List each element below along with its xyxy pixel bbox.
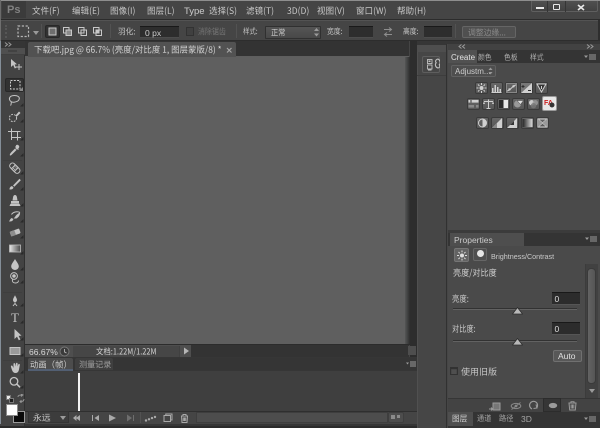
svg-text:T: T	[11, 311, 19, 324]
